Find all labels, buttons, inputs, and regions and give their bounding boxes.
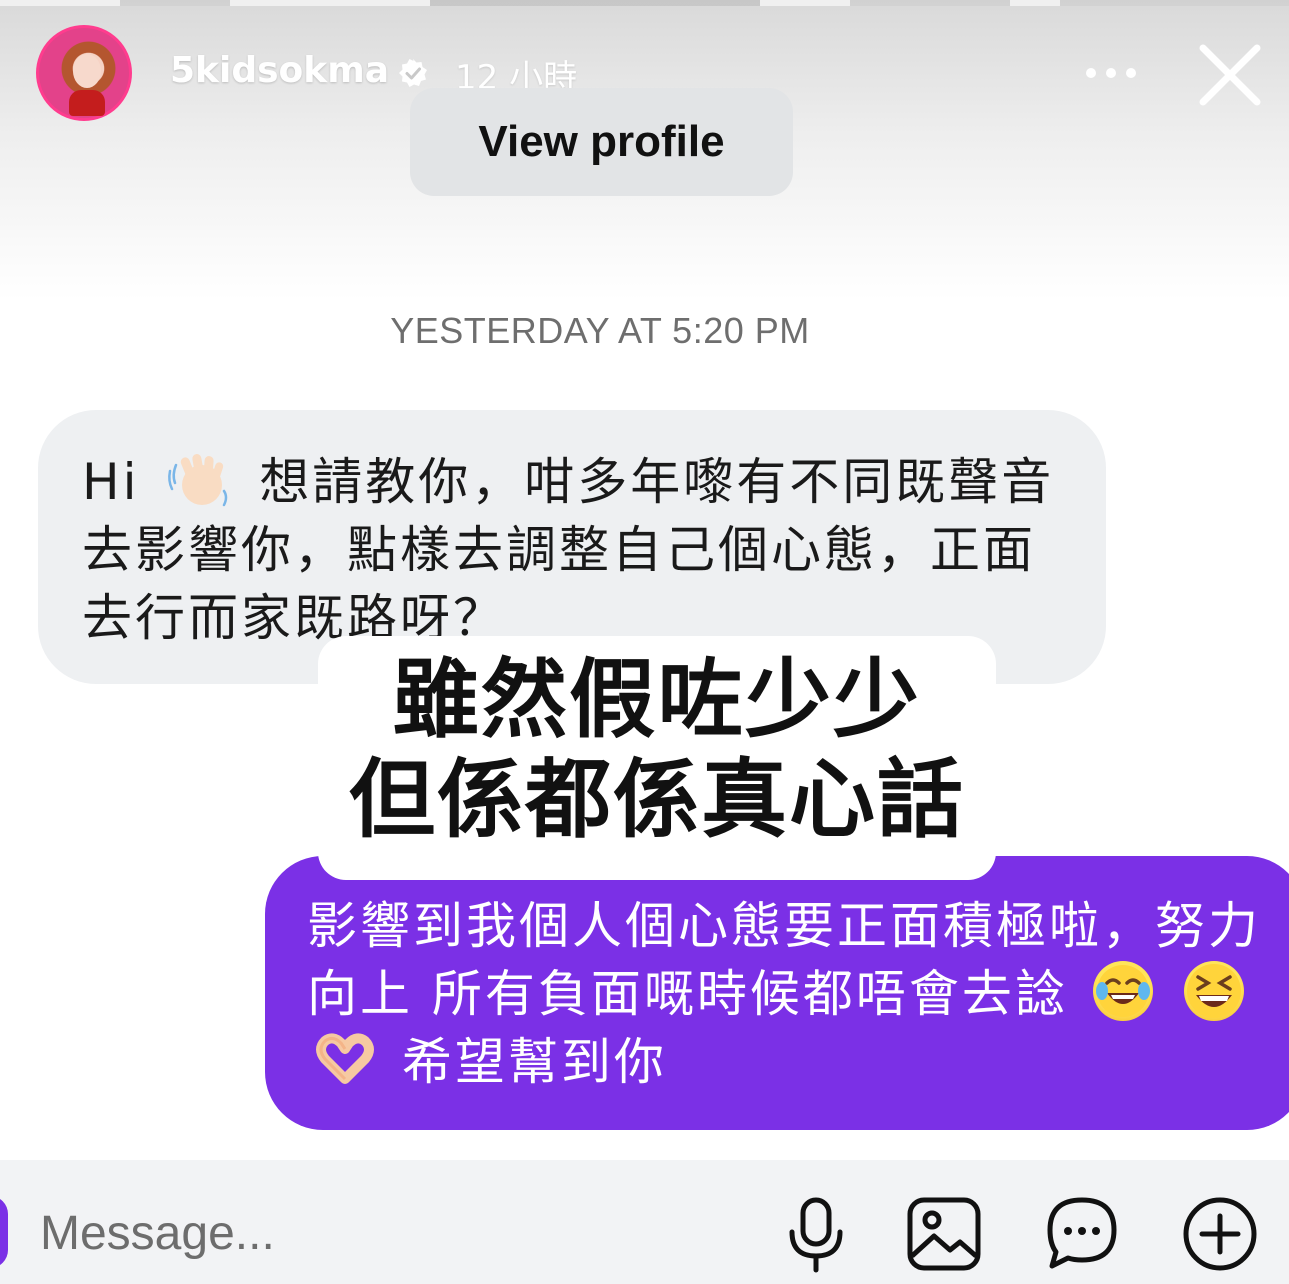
top-edge [0, 0, 1289, 6]
view-profile-button[interactable]: View profile [410, 88, 793, 196]
outgoing-line3-text: 希望幫到你 [401, 1033, 667, 1091]
caption-line2: 但係都係真心話 [349, 750, 965, 850]
outgoing-line2-text: 向上 所有負面嘅時候都唔會去諗 [307, 965, 1068, 1023]
incoming-line2: 去影響你，點樣去調整自己個心態，正面 [82, 521, 1036, 579]
outgoing-line1: 影響到我個人個心態要正面積極啦，努力 [307, 897, 1261, 955]
tears-of-joy-emoji-icon [1092, 961, 1153, 1021]
outgoing-message-bubble[interactable]: 影響到我個人個心態要正面積極啦，努力 向上 所有負面嘅時候都唔會去諗 希望幫到你 [265, 856, 1289, 1130]
chat-bubble-icon[interactable] [1042, 1194, 1122, 1274]
caption-line1: 雖然假咗少少 [393, 650, 921, 750]
close-icon[interactable] [1195, 40, 1265, 110]
heart-hands-emoji-icon [316, 1033, 374, 1084]
plus-circle-icon[interactable] [1180, 1194, 1260, 1274]
gallery-icon[interactable] [904, 1194, 984, 1274]
waving-hand-icon [168, 454, 228, 507]
more-options-icon[interactable] [1082, 56, 1140, 90]
verified-badge-icon [399, 59, 427, 87]
avatar[interactable] [36, 25, 132, 121]
incoming-line1-text: 想請教你，咁多年嚟有不同既聲音 [259, 453, 1055, 511]
message-timestamp: YESTERDAY AT 5:20 PM [390, 310, 810, 351]
message-input[interactable] [38, 1196, 742, 1270]
incoming-line1-prefix: Hi [82, 453, 140, 511]
caption-text: 雖然假咗少少 但係都係真心話 [318, 650, 996, 850]
microphone-icon[interactable] [776, 1194, 856, 1274]
username[interactable]: 5kidsokma [170, 50, 389, 91]
grinning-squinting-emoji-icon [1183, 961, 1244, 1021]
